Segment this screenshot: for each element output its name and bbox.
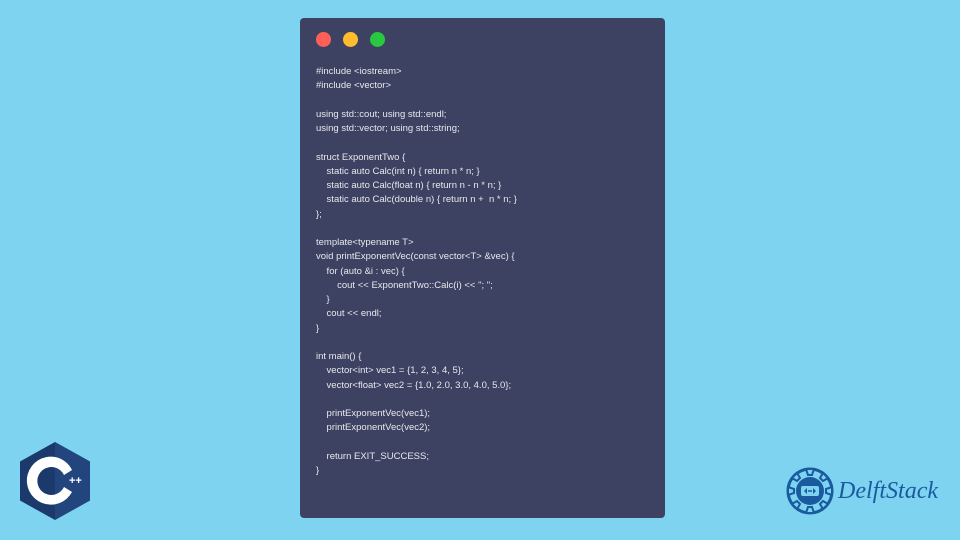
gear-icon (786, 467, 834, 515)
svg-text:++: ++ (69, 475, 82, 487)
minimize-icon (343, 32, 358, 47)
close-icon (316, 32, 331, 47)
maximize-icon (370, 32, 385, 47)
code-content: #include <iostream> #include <vector> us… (316, 65, 649, 478)
cpp-badge-icon: ++ (20, 442, 90, 520)
code-editor-window: #include <iostream> #include <vector> us… (300, 18, 665, 518)
brand-text: DelftStack (838, 478, 938, 505)
window-controls (316, 32, 649, 47)
delftstack-logo: DelftStack (786, 467, 938, 515)
